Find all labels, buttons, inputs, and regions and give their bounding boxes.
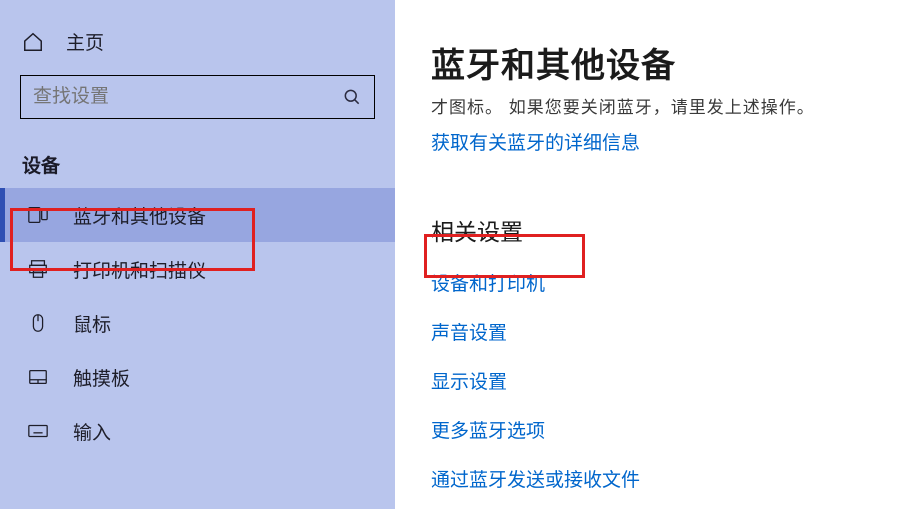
watermark-brand: 路由器 xyxy=(820,465,880,485)
watermark: 路由器 luyouqi.com xyxy=(774,463,890,499)
search-box[interactable] xyxy=(20,75,375,119)
watermark-domain: luyouqi.com xyxy=(820,485,890,497)
home-label: 主页 xyxy=(66,28,104,55)
settings-sidebar: 主页 设备 蓝牙和其他设备 打印机和扫描仪 鼠标 xyxy=(0,0,395,509)
related-links: 设备和打印机 声音设置 显示设置 更多蓝牙选项 通过蓝牙发送或接收文件 xyxy=(431,269,884,492)
sidebar-item-label: 打印机和扫描仪 xyxy=(73,256,206,283)
sidebar-item-touchpad[interactable]: 触摸板 xyxy=(0,350,395,404)
sidebar-item-bluetooth[interactable]: 蓝牙和其他设备 xyxy=(0,188,395,242)
link-devices-printers[interactable]: 设备和打印机 xyxy=(431,269,884,296)
mouse-icon xyxy=(27,312,49,334)
home-nav[interactable]: 主页 xyxy=(0,18,395,69)
sidebar-group-title: 设备 xyxy=(0,129,395,188)
sidebar-item-typing[interactable]: 输入 xyxy=(0,404,395,458)
touchpad-icon xyxy=(27,366,49,388)
link-more-bluetooth[interactable]: 更多蓝牙选项 xyxy=(431,416,884,443)
sidebar-item-label: 蓝牙和其他设备 xyxy=(73,202,206,229)
home-icon xyxy=(22,31,44,53)
search-input[interactable] xyxy=(33,86,342,108)
page-title: 蓝牙和其他设备 xyxy=(431,38,884,87)
search-icon xyxy=(342,87,362,107)
sidebar-item-label: 输入 xyxy=(73,418,111,445)
bluetooth-devices-icon xyxy=(27,204,49,226)
link-sound-settings[interactable]: 声音设置 xyxy=(431,318,884,345)
related-settings-heading: 相关设置 xyxy=(431,213,884,247)
sidebar-item-label: 触摸板 xyxy=(73,364,130,391)
link-display-settings[interactable]: 显示设置 xyxy=(431,367,884,394)
sidebar-item-mouse[interactable]: 鼠标 xyxy=(0,296,395,350)
main-content: 蓝牙和其他设备 才图标。 如果您要关闭蓝牙，请里发上述操作。 获取有关蓝牙的详细… xyxy=(395,0,904,509)
page-description-fragment: 才图标。 如果您要关闭蓝牙，请里发上述操作。 xyxy=(431,93,884,118)
keyboard-icon xyxy=(27,420,49,442)
sidebar-item-printers[interactable]: 打印机和扫描仪 xyxy=(0,242,395,296)
router-icon xyxy=(774,463,810,499)
printer-icon xyxy=(27,258,49,280)
bluetooth-info-link[interactable]: 获取有关蓝牙的详细信息 xyxy=(431,128,640,155)
sidebar-item-label: 鼠标 xyxy=(73,310,111,337)
